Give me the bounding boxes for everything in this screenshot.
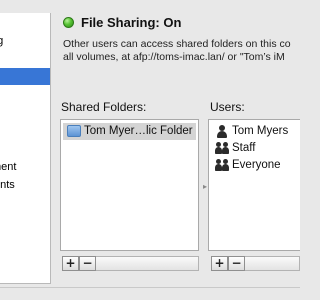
user-icon bbox=[215, 125, 229, 138]
shared-folders-label: Shared Folders: bbox=[61, 100, 147, 114]
user-row[interactable]: Everyone bbox=[211, 157, 300, 174]
shared-folder-icon bbox=[67, 125, 81, 137]
service-item-label: ents bbox=[0, 179, 15, 191]
service-item-label: ng bbox=[0, 35, 3, 47]
users-button-bar bbox=[245, 256, 300, 271]
shared-folders-button-bar bbox=[96, 256, 199, 271]
user-row[interactable]: Staff bbox=[211, 140, 300, 157]
shared-folders-list[interactable]: Tom Myer…lic Folder bbox=[60, 119, 199, 251]
status-indicator-icon bbox=[63, 17, 74, 28]
group-icon bbox=[215, 159, 231, 172]
service-item[interactable]: ment bbox=[0, 159, 50, 176]
splitter-handle[interactable]: ▸ bbox=[203, 182, 207, 191]
service-item[interactable]: ng bbox=[0, 33, 50, 50]
status-title: File Sharing: On bbox=[81, 15, 182, 30]
user-label: Everyone bbox=[232, 159, 281, 171]
status-description-line1: Other users can access shared folders on… bbox=[63, 38, 291, 50]
users-label: Users: bbox=[210, 100, 245, 114]
service-item[interactable]: g bbox=[0, 233, 50, 250]
group-icon bbox=[215, 142, 231, 155]
users-list[interactable]: Tom Myers Staff Everyone bbox=[208, 119, 300, 251]
service-item-label: ment bbox=[0, 161, 17, 173]
user-row[interactable]: Tom Myers bbox=[211, 123, 300, 140]
shared-folder-label: Tom Myer…lic Folder bbox=[84, 125, 193, 137]
user-label: Tom Myers bbox=[232, 125, 289, 137]
service-item[interactable]: ents bbox=[0, 177, 50, 194]
remove-user-button[interactable]: − bbox=[228, 256, 245, 271]
status-description: Other users can access shared folders on… bbox=[63, 38, 300, 64]
status-description-line2: all volumes, at afp://toms-imac.lan/ or … bbox=[63, 51, 285, 63]
remove-shared-folder-button[interactable]: − bbox=[79, 256, 96, 271]
add-user-button[interactable]: + bbox=[211, 256, 228, 271]
service-item-selected[interactable] bbox=[0, 68, 50, 85]
user-label: Staff bbox=[232, 142, 256, 154]
shared-folder-row[interactable]: Tom Myer…lic Folder bbox=[63, 123, 196, 140]
bottom-divider bbox=[0, 287, 300, 288]
services-list[interactable]: ng ment ents g bbox=[0, 13, 51, 284]
add-shared-folder-button[interactable]: + bbox=[62, 256, 79, 271]
